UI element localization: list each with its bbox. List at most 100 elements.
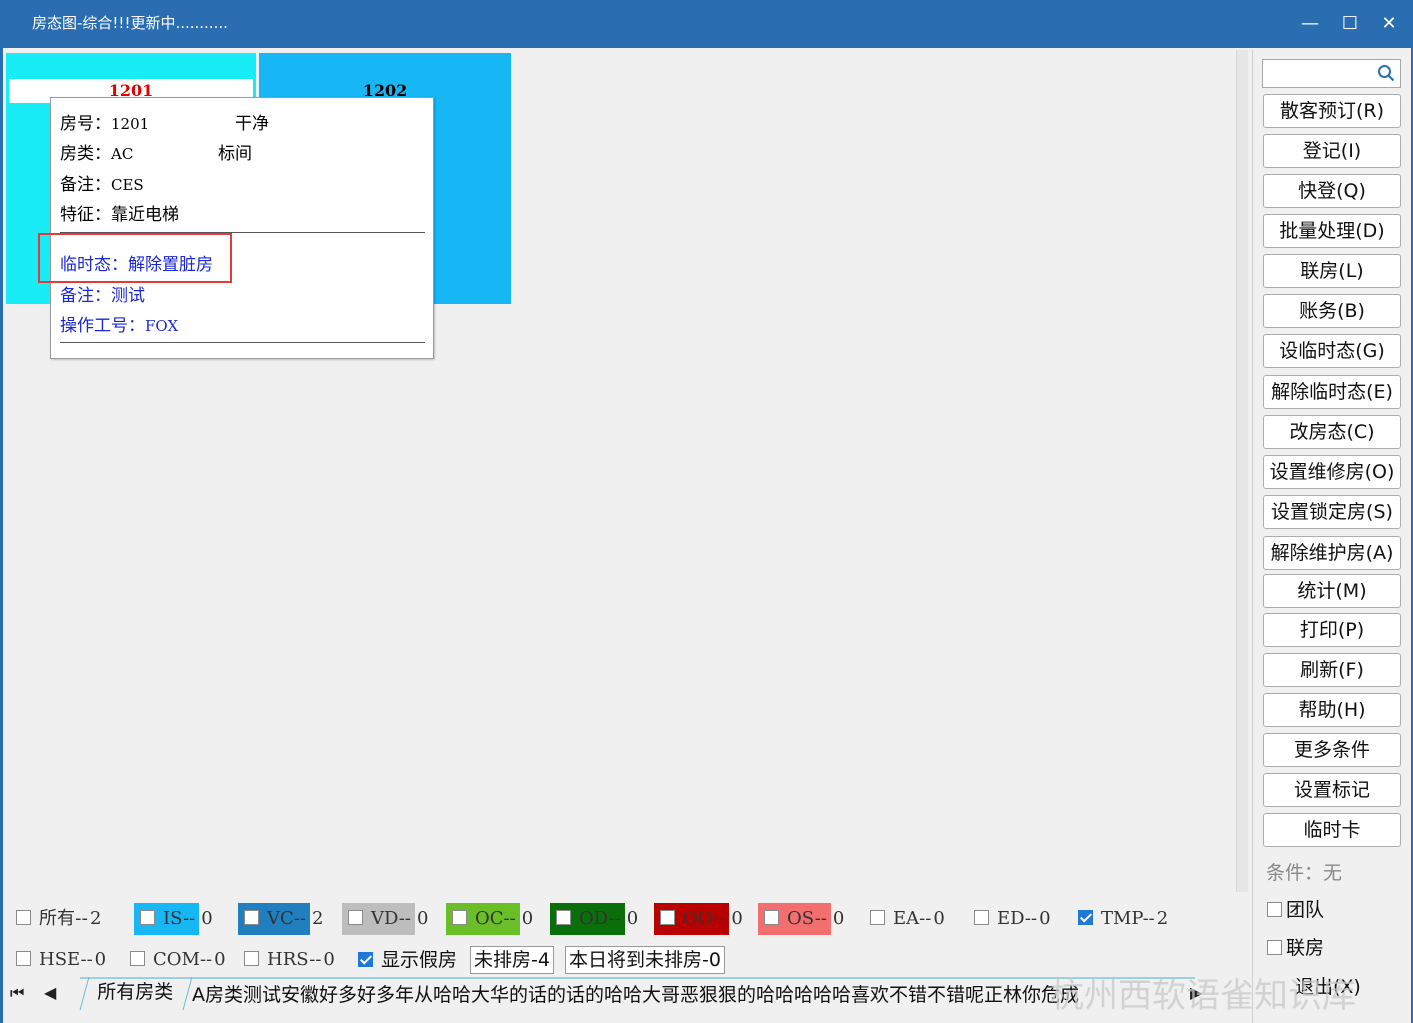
tooltip-type-line: 房类：AC <box>60 139 133 164</box>
legend-label: COM-- <box>153 949 213 970</box>
legend-tmp[interactable]: TMP-- 2 <box>1078 903 1168 935</box>
checkbox-box[interactable] <box>130 951 145 966</box>
legend-count: 0 <box>323 949 335 970</box>
temp-card-button[interactable]: 临时卡 <box>1263 813 1401 847</box>
team-checkbox[interactable]: 团队 <box>1267 895 1324 922</box>
legend-count: 2 <box>311 908 324 929</box>
checkbox-box[interactable] <box>556 910 571 925</box>
show-fake-rooms-checkbox[interactable]: 显示假房 <box>358 944 457 976</box>
set-locked-room-button[interactable]: 设置锁定房(S) <box>1263 495 1401 529</box>
vertical-scrollbar[interactable] <box>1236 50 1248 892</box>
legend-swatch: VD-- <box>342 903 415 935</box>
title-bar: 房态图-综合!!!更新中........... — ☐ ✕ <box>0 0 1413 48</box>
check-in-button[interactable]: 登记(I) <box>1263 134 1401 168</box>
walk-in-reservation-button[interactable]: 散客预订(R) <box>1263 94 1401 128</box>
search-icon[interactable] <box>1377 64 1395 82</box>
legend-count: 2 <box>1156 908 1169 929</box>
quick-check-in-button[interactable]: 快登(Q) <box>1263 174 1401 208</box>
refresh-button[interactable]: 刷新(F) <box>1263 653 1401 687</box>
legend-label: IS-- <box>163 908 196 929</box>
room-info-tooltip: 房号：1201 干净 房类：AC 标间 备注：CES 特征：靠近电梯 临时态：解… <box>50 97 434 359</box>
statistics-button[interactable]: 统计(M) <box>1263 574 1401 608</box>
legend-swatch: OC-- <box>446 903 520 935</box>
tab-line <box>80 977 1195 979</box>
clear-temp-status-button[interactable]: 解除临时态(E) <box>1263 375 1401 409</box>
type-name: 标间 <box>218 144 252 164</box>
legend-hse[interactable]: HSE-- 0 <box>16 944 106 976</box>
tab-room-type-a[interactable]: A房类测试安徽好多好多年从哈哈大华的话的话的哈哈大哥恶狠狠的哈哈哈哈哈喜欢不错不… <box>192 980 1182 1007</box>
help-button[interactable]: 帮助(H) <box>1263 693 1401 727</box>
legend-all[interactable]: 所有-- 2 <box>16 903 101 935</box>
legend-label: OS-- <box>787 908 827 929</box>
checkbox-box[interactable] <box>452 910 467 925</box>
tooltip-feature-line: 特征：靠近电梯 <box>60 200 179 225</box>
set-maintenance-room-button[interactable]: 设置维修房(O) <box>1263 455 1401 489</box>
print-button[interactable]: 打印(P) <box>1263 613 1401 647</box>
checkbox-box[interactable] <box>1267 902 1282 917</box>
legend-vc[interactable]: VC-- 2 <box>238 903 323 935</box>
highlight-box <box>38 233 232 283</box>
maximize-icon[interactable]: ☐ <box>1335 10 1365 38</box>
checkbox-box[interactable] <box>16 910 31 925</box>
set-mark-button[interactable]: 设置标记 <box>1263 773 1401 807</box>
legend-label: ED-- <box>997 908 1038 929</box>
change-room-status-button[interactable]: 改房态(C) <box>1263 415 1401 449</box>
legend-is[interactable]: IS-- 0 <box>134 903 213 935</box>
legend-swatch: VC-- <box>238 903 310 935</box>
legend-label: VD-- <box>371 908 411 929</box>
checkbox-box[interactable] <box>140 910 155 925</box>
tab-all-room-types[interactable]: 所有房类 <box>79 977 193 1010</box>
temp-note-label: 备注： <box>60 286 111 306</box>
checkbox-box[interactable] <box>16 951 31 966</box>
legend-oc[interactable]: OC-- 0 <box>446 903 533 935</box>
first-page-icon[interactable]: ⏮ <box>10 983 24 1003</box>
room-state: 干净 <box>235 114 269 134</box>
checkbox-box[interactable] <box>348 910 363 925</box>
unassigned-rooms-tag[interactable]: 未排房-4 <box>470 946 554 974</box>
tooltip-divider <box>60 342 425 343</box>
legend-od[interactable]: OD-- 0 <box>550 903 638 935</box>
search-field[interactable] <box>1262 59 1401 88</box>
legend-count: 0 <box>832 908 845 929</box>
checkbox-box[interactable] <box>764 910 779 925</box>
temp-note-value: 测试 <box>111 286 145 306</box>
batch-process-button[interactable]: 批量处理(D) <box>1263 214 1401 248</box>
legend-ea[interactable]: EA-- 0 <box>870 903 945 935</box>
accounts-button[interactable]: 账务(B) <box>1263 294 1401 328</box>
type-label: 房类： <box>60 144 111 164</box>
link-rooms-button[interactable]: 联房(L) <box>1263 254 1401 288</box>
feature-value: 靠近电梯 <box>111 205 179 225</box>
operator-label: 操作工号： <box>60 316 145 336</box>
condition-text: 条件：无 <box>1266 862 1343 884</box>
set-temp-status-button[interactable]: 设临时态(G) <box>1263 334 1401 368</box>
legend-os[interactable]: OS-- 0 <box>758 903 844 935</box>
checkbox-checked[interactable] <box>358 952 373 967</box>
legend-swatch: OD-- <box>550 903 625 935</box>
prev-icon[interactable]: ◀ <box>44 983 56 1002</box>
legend-ed[interactable]: ED-- 0 <box>974 903 1051 935</box>
checkbox-box[interactable] <box>870 910 885 925</box>
legend-label: TMP-- <box>1101 908 1155 929</box>
legend-hrs[interactable]: HRS-- 0 <box>244 944 335 976</box>
legend-count: 0 <box>214 949 226 970</box>
more-conditions-button[interactable]: 更多条件 <box>1263 733 1401 767</box>
tooltip-temp-note-line: 备注：测试 <box>60 281 145 306</box>
legend-oo[interactable]: OO-- 0 <box>654 903 743 935</box>
legend-label: VC-- <box>267 908 306 929</box>
checkbox-box[interactable] <box>244 951 259 966</box>
tooltip-note-line: 备注：CES <box>60 170 144 195</box>
release-maintenance-room-button[interactable]: 解除维护房(A) <box>1263 536 1401 570</box>
legend-vd[interactable]: VD-- 0 <box>342 903 428 935</box>
note-label: 备注： <box>60 175 111 195</box>
checkbox-box[interactable] <box>660 910 675 925</box>
checkbox-checked[interactable] <box>1078 910 1093 925</box>
minimize-icon[interactable]: — <box>1295 10 1325 38</box>
today-unassigned-tag[interactable]: 本日将到未排房-0 <box>565 946 725 974</box>
legend-count: 0 <box>933 908 945 929</box>
linked-room-checkbox[interactable]: 联房 <box>1267 933 1324 960</box>
legend-com[interactable]: COM-- 0 <box>130 944 226 976</box>
checkbox-box[interactable] <box>1267 940 1282 955</box>
checkbox-box[interactable] <box>244 910 259 925</box>
checkbox-box[interactable] <box>974 910 989 925</box>
close-icon[interactable]: ✕ <box>1374 10 1404 38</box>
